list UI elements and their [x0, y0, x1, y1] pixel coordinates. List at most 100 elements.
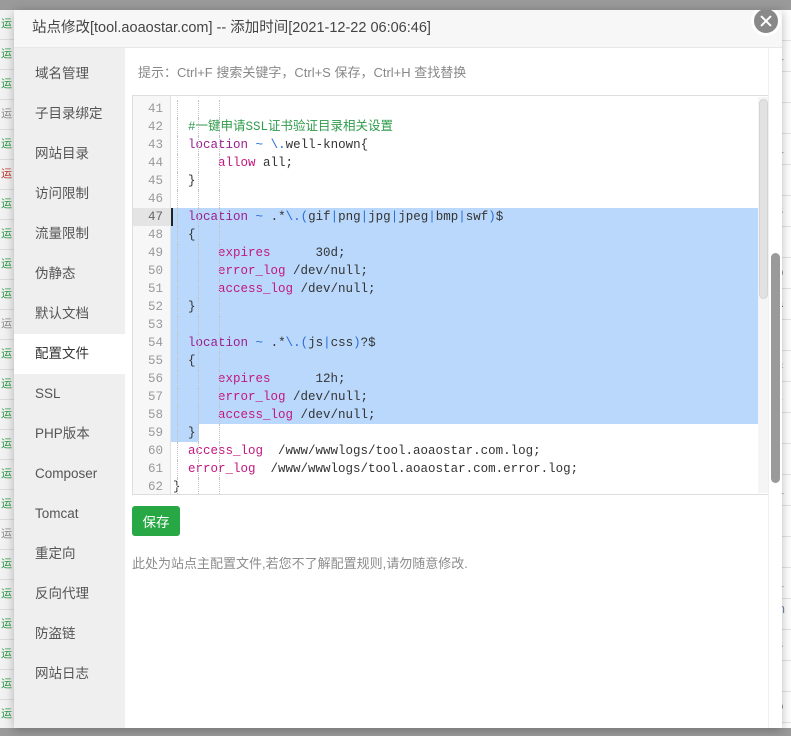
modal-title: 站点修改[tool.aoaostar.com] -- 添加时间[2021-12-…: [14, 10, 782, 48]
code-line[interactable]: location ~ \.well-known{: [171, 136, 770, 154]
shortcut-hint: 提示：Ctrl+F 搜索关键字，Ctrl+S 保存，Ctrl+H 查找替换: [138, 65, 467, 80]
background-row: 运: [0, 310, 14, 340]
sidebar-item-8[interactable]: SSL: [14, 374, 125, 414]
indent-guide: [198, 136, 200, 154]
sidebar-item-1[interactable]: 子目录绑定: [14, 94, 125, 134]
indent-guide: [219, 280, 221, 298]
modal-scrollbar-track[interactable]: [768, 48, 782, 728]
indent-guide: [198, 316, 200, 334]
code-line[interactable]: expires 30d;: [171, 244, 770, 262]
line-number: 55: [147, 354, 163, 368]
background-row: 运: [0, 340, 14, 370]
sidebar-item-label: 域名管理: [35, 66, 89, 81]
sidebar-item-7[interactable]: 配置文件: [14, 334, 125, 374]
code-line-text: access_log /dev/null;: [218, 282, 376, 296]
sidebar-item-4[interactable]: 流量限制: [14, 214, 125, 254]
code-line[interactable]: error_log /dev/null;: [171, 388, 770, 406]
sidebar-item-15[interactable]: 网站日志: [14, 654, 125, 694]
sidebar-item-12[interactable]: 重定向: [14, 534, 125, 574]
indent-guide: [177, 442, 179, 460]
code-line[interactable]: access_log /dev/null;: [171, 280, 770, 298]
sidebar-item-label: 反向代理: [35, 586, 89, 601]
code-line-text: #一键申请SSL证书验证目录相关设置: [173, 120, 394, 134]
code-line[interactable]: {: [171, 226, 770, 244]
line-number: 54: [147, 336, 163, 350]
indent-guide: [198, 172, 200, 190]
sidebar-item-0[interactable]: 域名管理: [14, 54, 125, 94]
sidebar-item-9[interactable]: PHP版本: [14, 414, 125, 454]
code-line[interactable]: #一键申请SSL证书验证目录相关设置: [171, 118, 770, 136]
editor-code-area[interactable]: #一键申请SSL证书验证目录相关设置 location ~ \.well-kno…: [171, 96, 770, 494]
indent-guide: [177, 262, 179, 280]
background-row: 运: [0, 640, 14, 670]
sidebar-item-5[interactable]: 伪静态: [14, 254, 125, 294]
code-line[interactable]: access_log /dev/null;: [171, 406, 770, 424]
line-number: 44: [147, 156, 163, 170]
modal-scrollbar-thumb[interactable]: [771, 253, 780, 483]
code-line-text: allow all;: [218, 156, 294, 170]
sidebar-item-10[interactable]: Composer: [14, 454, 125, 494]
indent-guide: [198, 460, 200, 478]
site-edit-modal: 站点修改[tool.aoaostar.com] -- 添加时间[2021-12-…: [14, 10, 782, 728]
code-line[interactable]: error_log /dev/null;: [171, 262, 770, 280]
indent-guide: [219, 298, 221, 316]
sidebar-item-3[interactable]: 访问限制: [14, 174, 125, 214]
line-number: 49: [147, 246, 163, 260]
code-line[interactable]: allow all;: [171, 154, 770, 172]
code-line-text: location ~ \.well-known{: [188, 138, 369, 152]
line-number: 61: [147, 462, 163, 476]
sidebar-item-6[interactable]: 默认文档: [14, 294, 125, 334]
editor-line-number-gutter: 41 42 43 44 45 46 47 48 49 50 51 52 53 54 55 56 57 58 59 60…: [133, 96, 171, 494]
indent-guide: [177, 136, 179, 154]
indent-guide: [177, 226, 179, 244]
background-row: 运: [0, 100, 14, 130]
background-row: 运: [0, 220, 14, 250]
code-line[interactable]: expires 12h;: [171, 370, 770, 388]
code-line[interactable]: [171, 316, 770, 334]
sidebar-item-2[interactable]: 网站目录: [14, 134, 125, 174]
code-line[interactable]: access_log /www/wwwlogs/tool.aoaostar.co…: [171, 442, 770, 460]
background-row: 运: [0, 520, 14, 550]
indent-guide: [219, 262, 221, 280]
sidebar-item-11[interactable]: Tomcat: [14, 494, 125, 534]
code-line[interactable]: [171, 100, 770, 118]
code-line[interactable]: }: [171, 424, 770, 442]
indent-guide: [219, 424, 221, 442]
save-button[interactable]: 保存: [132, 506, 180, 536]
code-line-text: error_log /dev/null;: [218, 390, 369, 404]
code-line[interactable]: {: [171, 352, 770, 370]
config-code-editor[interactable]: 41 42 43 44 45 46 47 48 49 50 51 52 53 54 55 56 57 58 59 60…: [132, 95, 771, 495]
line-number: 57: [147, 390, 163, 404]
background-row: 运: [0, 130, 14, 160]
code-line[interactable]: location ~ .*\.(js|css)?$: [171, 334, 770, 352]
indent-guide: [177, 172, 179, 190]
line-number: 58: [147, 408, 163, 422]
indent-guide: [198, 424, 200, 442]
indent-guide: [219, 100, 221, 118]
indent-guide: [177, 370, 179, 388]
indent-guide: [198, 100, 200, 118]
indent-guide: [219, 172, 221, 190]
code-line[interactable]: [171, 190, 770, 208]
line-number: 45: [147, 174, 163, 188]
indent-guide: [219, 478, 221, 494]
indent-guide: [177, 190, 179, 208]
sidebar-item-14[interactable]: 防盗链: [14, 614, 125, 654]
indent-guide: [198, 208, 200, 226]
background-row: 运: [0, 610, 14, 640]
sidebar-item-label: Composer: [35, 466, 98, 481]
sidebar-item-13[interactable]: 反向代理: [14, 574, 125, 614]
code-line[interactable]: error_log /www/wwwlogs/tool.aoaostar.com…: [171, 460, 770, 478]
code-line-text: location ~ .*\.(gif|png|jpg|jpeg|bmp|swf…: [188, 210, 504, 224]
code-line[interactable]: }: [171, 298, 770, 316]
editor-scrollbar-thumb[interactable]: [759, 99, 768, 299]
indent-guide: [177, 208, 179, 226]
code-line-text: error_log /www/wwwlogs/tool.aoaostar.com…: [188, 462, 579, 476]
line-number: 56: [147, 372, 163, 386]
line-number: 43: [147, 138, 163, 152]
indent-guide: [198, 280, 200, 298]
code-line[interactable]: }: [171, 478, 770, 494]
code-line[interactable]: location ~ .*\.(gif|png|jpg|jpeg|bmp|swf…: [171, 208, 770, 226]
code-line[interactable]: }: [171, 172, 770, 190]
config-warning-note: 此处为站点主配置文件,若您不了解配置规则,请勿随意修改.: [132, 556, 468, 571]
